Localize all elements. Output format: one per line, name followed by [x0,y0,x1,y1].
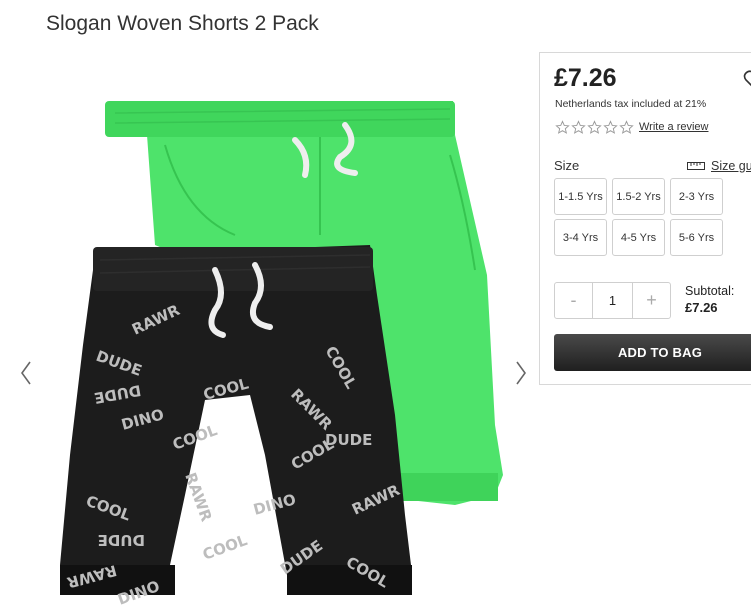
chevron-left-icon[interactable] [16,358,36,388]
subtotal-label: Subtotal: [685,284,735,298]
size-guide-link[interactable]: Size gui [687,159,751,173]
size-option-3-4[interactable]: 3-4 Yrs [554,219,607,256]
ruler-icon [687,162,705,170]
size-guide-label: Size gui [711,159,751,173]
page-title: Slogan Woven Shorts 2 Pack [46,12,319,35]
rating-stars [555,120,634,135]
size-label: Size [554,158,580,173]
product-gallery: DINO COOL DUDE COOL RAWR DINO COOL RAWR … [0,55,540,611]
size-option-1-1.5[interactable]: 1-1.5 Yrs [554,178,607,215]
quantity-input[interactable] [593,283,632,318]
write-review-link[interactable]: Write a review [639,121,708,133]
tax-note: Netherlands tax included at 21% [555,98,707,110]
star-outline-icon [603,120,618,134]
heart-icon[interactable] [743,69,751,91]
star-outline-icon [571,120,586,134]
svg-text:RAWR: RAWR [181,470,215,524]
product-image: DINO COOL DUDE COOL RAWR DINO COOL RAWR … [60,101,503,609]
add-to-bag-button[interactable]: ADD TO BAG [554,334,751,371]
svg-text:COOL: COOL [200,531,250,564]
size-option-4-5[interactable]: 4-5 Yrs [612,219,665,256]
star-outline-icon [619,120,634,134]
svg-text:DUDE: DUDE [98,531,145,549]
quantity-decrease-button[interactable]: - [555,283,593,318]
subtotal-value: £7.26 [685,300,718,315]
star-outline-icon [555,120,570,134]
size-option-5-6[interactable]: 5-6 Yrs [670,219,723,256]
size-option-2-3[interactable]: 2-3 Yrs [670,178,723,215]
quantity-stepper: - + [554,282,671,319]
quantity-increase-button[interactable]: + [632,283,670,318]
purchase-panel: £7.26 Netherlands tax included at 21% Wr… [539,52,751,385]
star-outline-icon [587,120,602,134]
chevron-right-icon[interactable] [511,358,531,388]
black-shorts: DINO COOL DUDE COOL RAWR DINO COOL RAWR … [60,245,412,609]
product-price: £7.26 [554,64,617,92]
size-option-1.5-2[interactable]: 1.5-2 Yrs [612,178,665,215]
